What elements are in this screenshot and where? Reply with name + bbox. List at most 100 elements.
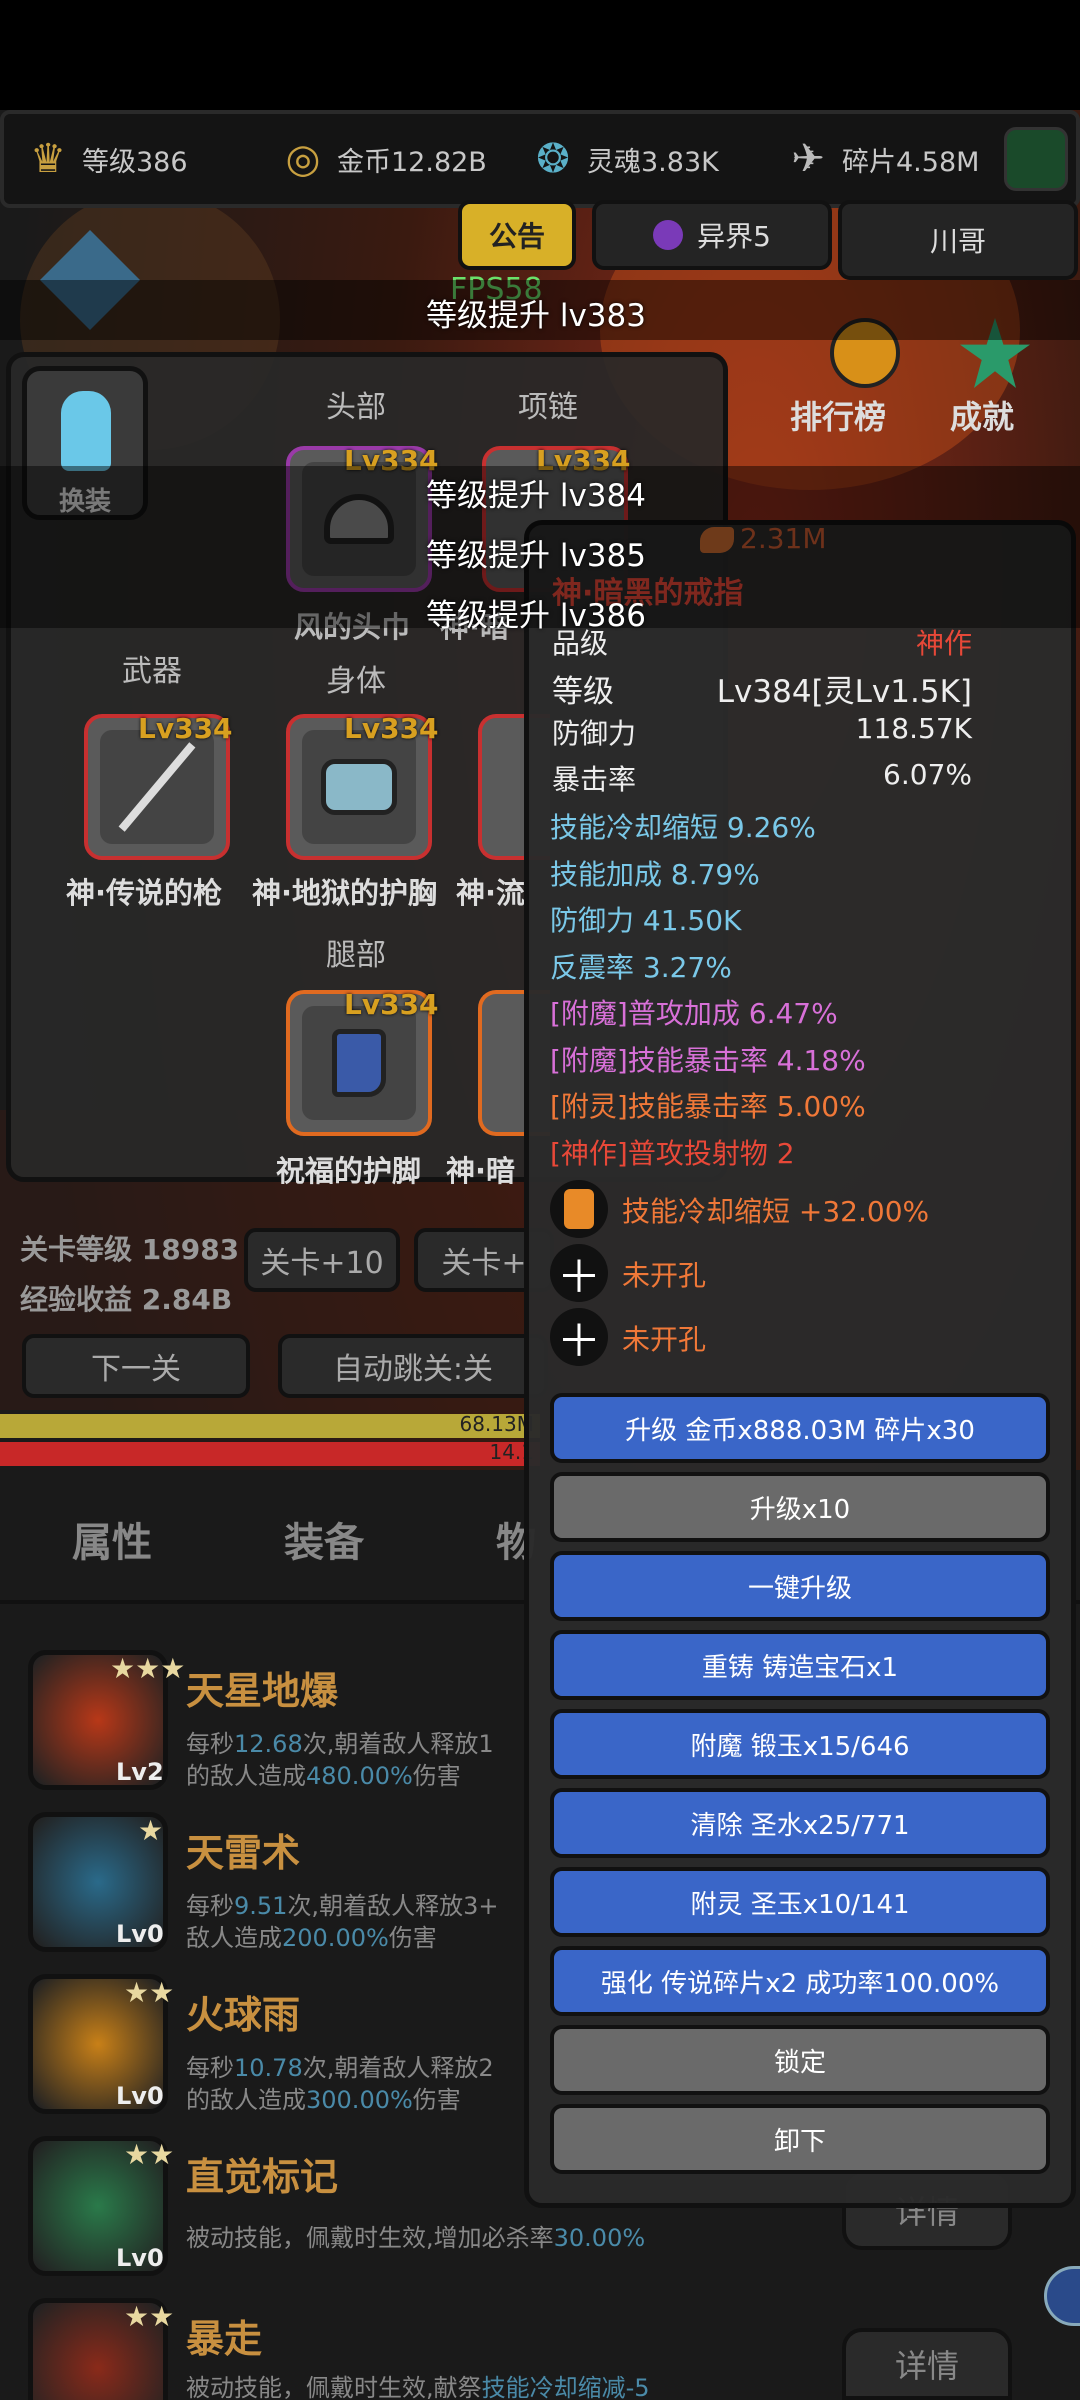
- plus-icon[interactable]: ＋: [550, 1308, 608, 1367]
- levelup-message: 等级提升 lv386: [426, 598, 646, 634]
- skill-name: 天雷术: [186, 1831, 301, 1875]
- character-icon: [61, 391, 111, 471]
- attribute-line: [附魔]技能暴击率 4.18%: [550, 1043, 866, 1077]
- stage-level-text: 关卡等级 18983: [20, 1233, 240, 1266]
- exp-bar: 68.13M: [0, 1412, 540, 1438]
- weapon-label: 武器: [122, 654, 182, 689]
- auto-skip-button[interactable]: 自动跳关:关: [278, 1334, 548, 1398]
- head-label: 头部: [326, 390, 386, 425]
- desc-text: 敌人造成: [186, 1924, 282, 1952]
- desc-text: 的敌人造成: [186, 2086, 306, 2114]
- skill-description: 每秒9.51次,朝着敌人释放3+ 敌人造成200.00%伤害: [186, 1890, 546, 1954]
- action-button[interactable]: 一键升级: [550, 1551, 1050, 1621]
- plus-icon[interactable]: ＋: [550, 1244, 608, 1303]
- detail-button[interactable]: 详情: [842, 2328, 1012, 2400]
- menu-leaf-icon[interactable]: [1004, 127, 1068, 191]
- action-button[interactable]: 重铸 铸造宝石x1: [550, 1630, 1050, 1700]
- desc-text: 次,朝着敌人释放2: [302, 2054, 494, 2082]
- tab-notice[interactable]: 公告: [458, 200, 576, 270]
- socket-1: 未开孔: [622, 1259, 707, 1292]
- achievement-button[interactable]: 成就: [950, 392, 1014, 438]
- level-label: 等级: [552, 674, 614, 710]
- slot-level: Lv334: [344, 988, 439, 1021]
- desc-text: 每秒: [186, 1730, 234, 1758]
- gem-icon: [550, 1180, 608, 1238]
- tab-sichuan[interactable]: 川哥: [838, 200, 1078, 280]
- desc-value: 480.00%: [306, 1762, 413, 1790]
- action-button[interactable]: 清除 圣水x25/771: [550, 1788, 1050, 1858]
- skill-description: 被动技能，佩戴时生效,献祭技能冷却缩减-5: [186, 2372, 746, 2400]
- otherworld-label: 异界5: [697, 220, 771, 253]
- levelup-message: 等级提升 lv385: [426, 538, 646, 574]
- list-item[interactable]: ★★ 暴走 被动技能，佩戴时生效,献祭技能冷却缩减-5: [28, 2298, 650, 2400]
- boot-icon: [332, 1029, 386, 1097]
- slot-level: Lv334: [138, 712, 233, 745]
- tab-otherworld[interactable]: 异界5: [592, 200, 832, 270]
- skill-name: 天星地爆: [186, 1669, 339, 1713]
- crit-value: 6.07%: [883, 758, 972, 791]
- attribute-line: 防御力 41.50K: [550, 904, 742, 937]
- skill-name: 火球雨: [186, 1993, 301, 2037]
- desc-value: 12.68: [234, 1730, 303, 1758]
- desc-value: 200.00%: [282, 1924, 389, 1952]
- slot-level: Lv334: [344, 712, 439, 745]
- list-item[interactable]: ★★ Lv0 直觉标记 被动技能，佩戴时生效,增加必杀率30.00%: [28, 2136, 645, 2286]
- action-button[interactable]: 强化 传说碎片x2 成功率100.00%: [550, 1946, 1050, 2016]
- ring-item-name: 神·流: [456, 876, 526, 910]
- soul-icon: ❂: [536, 136, 570, 182]
- next-stage-button[interactable]: 下一关: [22, 1334, 250, 1398]
- exp-bar-value: 68.13M: [459, 1412, 534, 1436]
- attribute-line: [神作]普攻投射物 2: [550, 1136, 795, 1170]
- body-slot-inner: [302, 730, 416, 844]
- desc-text: 被动技能，佩戴时生效,献祭: [186, 2374, 482, 2400]
- desc-text: 伤害: [412, 1762, 461, 1790]
- resource-bar: ♛ 等级386 ◎ 金币12.82B ❂ 灵魂3.83K ✈ 碎片4.58M: [0, 110, 1080, 208]
- armor-icon: [321, 759, 397, 815]
- stage-plus10-button[interactable]: 关卡+10: [244, 1228, 400, 1292]
- body-slot[interactable]: Lv334: [286, 712, 439, 860]
- action-button[interactable]: 升级x10: [550, 1472, 1050, 1542]
- shard-resource: ✈ 碎片4.58M: [764, 114, 1004, 204]
- action-button[interactable]: 附灵 圣玉x10/141: [550, 1867, 1050, 1937]
- gold-text: 金币12.82B: [337, 146, 487, 178]
- levelup-message: 等级提升 lv383: [426, 298, 646, 334]
- list-item[interactable]: ★★ Lv0 火球雨 每秒10.78次,朝着敌人释放2 的敌人造成300.00%…: [28, 1974, 548, 2124]
- level-resource: ♛ 等级386: [4, 114, 259, 204]
- socket-2: 未开孔: [622, 1323, 707, 1356]
- body-label: 身体: [326, 664, 386, 699]
- desc-value: 10.78: [234, 2054, 303, 2082]
- attribute-line: 技能加成 8.79%: [550, 857, 760, 891]
- soul-text: 灵魂3.83K: [587, 146, 719, 178]
- leg-slot[interactable]: Lv334: [286, 988, 439, 1136]
- weapon-slot[interactable]: Lv334: [84, 712, 233, 860]
- action-button[interactable]: 卸下: [550, 2104, 1050, 2174]
- gold-resource: ◎ 金币12.82B: [259, 114, 509, 204]
- quality-value: 神作: [915, 627, 972, 660]
- exp-income-text: 经验收益 2.84B: [20, 1283, 233, 1316]
- skill-description: 每秒12.68次,朝着敌人释放1 的敌人造成480.00%伤害: [186, 1728, 546, 1792]
- tab-attributes[interactable]: 属性: [72, 1510, 152, 1568]
- action-button[interactable]: 附魔 锻玉x15/646: [550, 1709, 1050, 1779]
- tab-equipment[interactable]: 装备: [284, 1510, 364, 1568]
- desc-text: 伤害: [412, 2086, 461, 2114]
- level-value: Lv384[灵Lv1.5K]: [716, 674, 972, 710]
- desc-text: 每秒: [186, 1892, 234, 1920]
- action-button[interactable]: 锁定: [550, 2025, 1050, 2095]
- skill-name: 暴走: [186, 2317, 263, 2361]
- desc-text: 次,朝着敌人释放3+: [287, 1892, 499, 1920]
- desc-text: 被动技能，佩戴时生效,增加必杀率: [186, 2224, 554, 2252]
- defense-label: 防御力: [552, 717, 637, 750]
- list-item[interactable]: ★ Lv0 天雷术 每秒9.51次,朝着敌人释放3+ 敌人造成200.00%伤害: [28, 1812, 548, 1962]
- attribute-line: [附魔]普攻加成 6.47%: [550, 997, 838, 1030]
- desc-text: 次,朝着敌人释放1: [302, 1730, 494, 1758]
- attribute-line: 反震率 3.27%: [550, 950, 732, 984]
- attribute-line: [附灵]技能暴击率 5.00%: [550, 1090, 866, 1123]
- action-button[interactable]: 升级 金币x888.03M 碎片x30: [550, 1393, 1050, 1463]
- crown-icon: ♛: [30, 136, 66, 182]
- leg-item-name: 祝福的护脚: [276, 1154, 422, 1188]
- ranking-button[interactable]: 排行榜: [790, 392, 886, 438]
- list-item[interactable]: ★★★ Lv2 天星地爆 每秒12.68次,朝着敌人释放1 的敌人造成480.0…: [28, 1650, 548, 1800]
- soul-resource: ❂ 灵魂3.83K: [509, 114, 764, 204]
- gold-coin-icon: ◎: [285, 136, 321, 182]
- levelup-message: 等级提升 lv384: [426, 478, 646, 514]
